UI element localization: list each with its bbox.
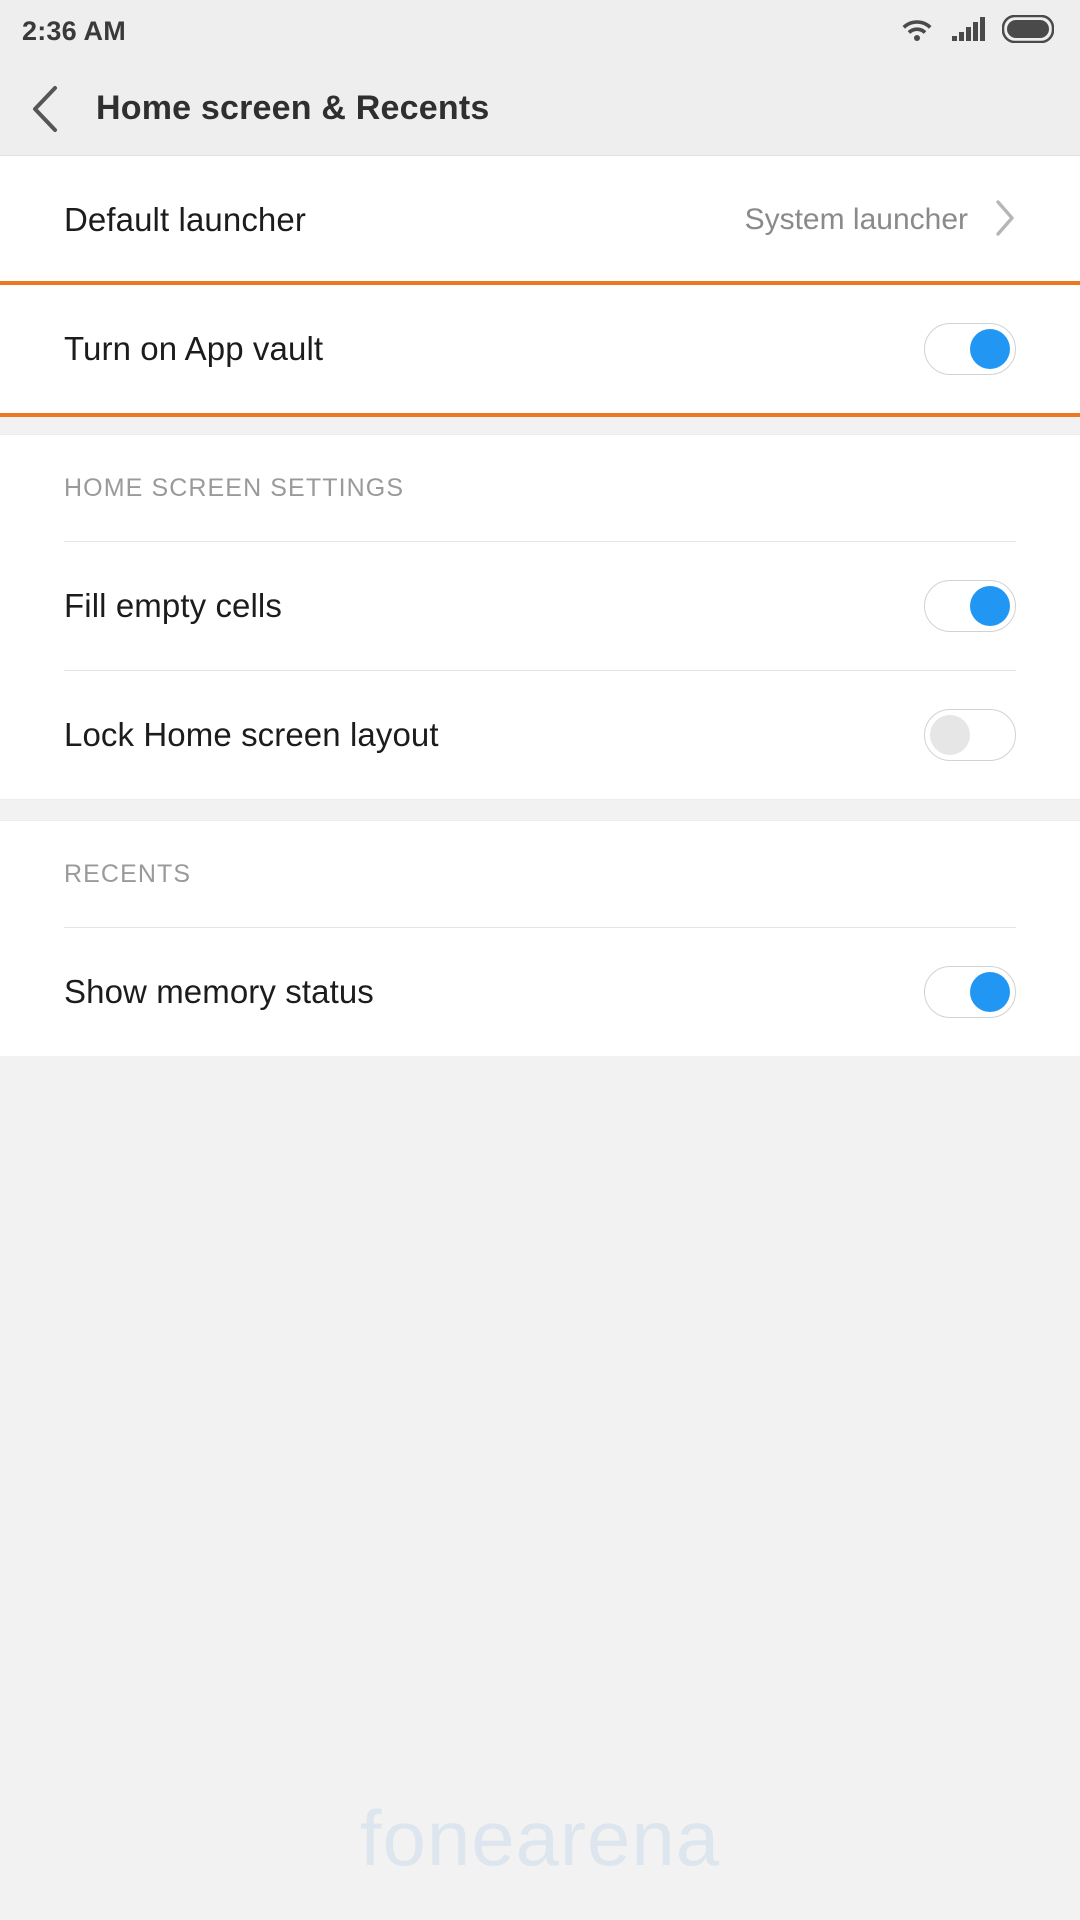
watermark: fonearena bbox=[359, 1794, 721, 1882]
toggle-turn-on-app-vault[interactable] bbox=[924, 323, 1016, 375]
row-label: Turn on App vault bbox=[64, 330, 324, 367]
toggle-show-memory-status[interactable] bbox=[924, 966, 1016, 1018]
cellular-signal-icon bbox=[951, 16, 985, 47]
settings-group-home-screen-settings: HOME SCREEN SETTINGS Fill empty cells Lo… bbox=[0, 435, 1080, 799]
settings-row-lock-home-screen-layout[interactable]: Lock Home screen layout bbox=[0, 671, 1080, 799]
row-label: Show memory status bbox=[64, 973, 374, 1010]
toggle-lock-home-screen-layout[interactable] bbox=[924, 709, 1016, 761]
section-header-label: RECENTS bbox=[64, 859, 192, 888]
battery-icon bbox=[1001, 14, 1055, 48]
section-header-label: HOME SCREEN SETTINGS bbox=[64, 473, 405, 502]
highlight-box-app-vault: Turn on App vault bbox=[0, 281, 1080, 417]
section-gap bbox=[0, 799, 1080, 821]
row-label: Fill empty cells bbox=[64, 587, 282, 624]
settings-row-fill-empty-cells[interactable]: Fill empty cells bbox=[0, 542, 1080, 670]
status-bar-clock: 2:36 AM bbox=[22, 15, 126, 46]
row-label: Lock Home screen layout bbox=[64, 716, 439, 753]
settings-list[interactable]: Default launcher System launcher Turn on… bbox=[0, 156, 1080, 1920]
chevron-right-icon bbox=[994, 199, 1016, 242]
section-gap bbox=[0, 413, 1080, 435]
row-label: Default launcher bbox=[64, 201, 306, 238]
settings-group-top: Default launcher System launcher Turn on… bbox=[0, 156, 1080, 417]
toggle-knob bbox=[930, 715, 970, 755]
toggle-knob bbox=[970, 586, 1010, 626]
settings-row-default-launcher[interactable]: Default launcher System launcher bbox=[0, 156, 1080, 284]
settings-row-turn-on-app-vault[interactable]: Turn on App vault bbox=[0, 285, 1080, 413]
back-button[interactable] bbox=[0, 62, 90, 156]
section-header-home-screen-settings: HOME SCREEN SETTINGS bbox=[0, 435, 1080, 541]
row-value: System launcher bbox=[744, 203, 968, 236]
page-title: Home screen & Recents bbox=[96, 89, 490, 127]
toggle-knob bbox=[970, 329, 1010, 369]
phone-screen: 2:36 AM Home screen & Recents Default la… bbox=[0, 0, 1080, 1920]
chevron-left-icon bbox=[29, 84, 61, 134]
toggle-knob bbox=[970, 972, 1010, 1012]
wifi-icon bbox=[900, 16, 934, 47]
toggle-fill-empty-cells[interactable] bbox=[924, 580, 1016, 632]
settings-row-show-memory-status[interactable]: Show memory status bbox=[0, 928, 1080, 1056]
app-bar: Home screen & Recents bbox=[0, 62, 1080, 156]
status-bar-icons bbox=[900, 14, 1055, 48]
settings-group-recents: RECENTS Show memory status bbox=[0, 821, 1080, 1056]
section-header-recents: RECENTS bbox=[0, 821, 1080, 927]
status-bar: 2:36 AM bbox=[0, 0, 1080, 62]
